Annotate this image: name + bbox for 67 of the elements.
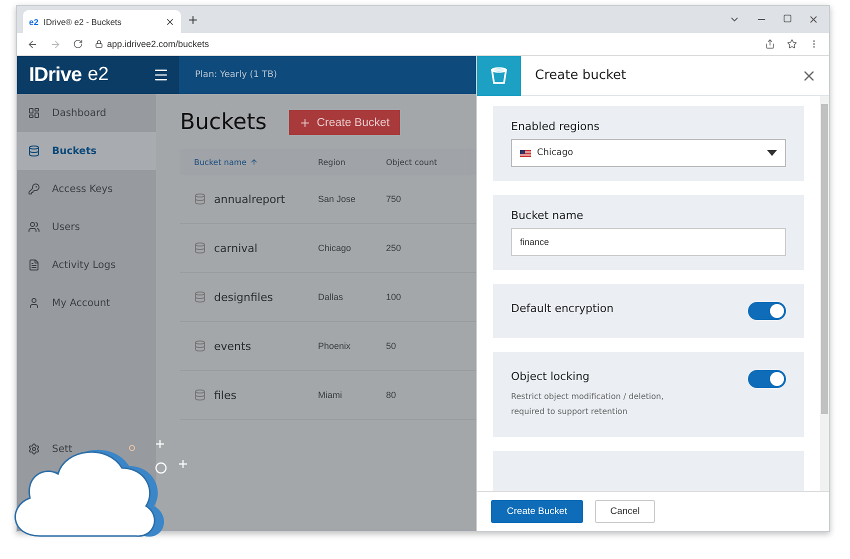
back-icon[interactable] (27, 38, 38, 50)
share-icon[interactable] (765, 39, 775, 49)
field-label: Enabled regions (511, 120, 600, 133)
close-icon[interactable] (165, 16, 175, 26)
setting-label: Default encryption (511, 302, 614, 315)
region-dropdown[interactable]: Chicago (511, 139, 786, 167)
setting-description: Restrict object modification / deletion, required to support retention (511, 391, 665, 418)
sidebar-item[interactable]: Buckets (17, 132, 156, 170)
count-cell-text: 750 (386, 194, 402, 204)
sort-arrow-icon (250, 158, 258, 166)
create-button[interactable]: Create Bucket (491, 500, 583, 523)
maximize-icon[interactable] (783, 14, 792, 23)
lock-icon (95, 40, 103, 48)
column-header[interactable]: Bucket name (194, 158, 318, 166)
close-icon[interactable] (808, 14, 819, 25)
column-header[interactable]: Object count (386, 158, 476, 166)
region-cell-text: Miami (318, 390, 343, 400)
setting-label: Object locking (511, 370, 591, 383)
bucket-name[interactable]: files (214, 388, 236, 402)
create-bucket-button[interactable]: Create Bucket (288, 110, 400, 135)
sidebar-item[interactable]: Activity Logs (17, 246, 156, 284)
region-cell-text: Phoenix (318, 341, 352, 351)
scrollbar[interactable] (820, 96, 829, 491)
bucket-name[interactable]: carnival (214, 242, 258, 254)
bucket-name[interactable]: annualreport (214, 192, 286, 206)
bucket-name[interactable]: events (214, 340, 252, 352)
cancel-button[interactable]: Cancel (595, 500, 655, 523)
plan-label: Plan: Yearly (1 TB) (194, 70, 278, 80)
users-icon (28, 221, 40, 233)
flag-icon (520, 150, 531, 156)
panel-title: Create bucket (534, 68, 628, 83)
tab-favicon: e2 (29, 16, 38, 26)
sidebar-item[interactable]: My Account (17, 284, 156, 322)
region-cell-text: Chicago (318, 243, 352, 253)
key-icon (28, 183, 40, 195)
document-icon (28, 259, 40, 271)
logo-text: IDrive (29, 64, 82, 86)
toggle-switch[interactable] (748, 370, 786, 388)
region-cell-text: San Jose (318, 194, 357, 204)
toggle-switch[interactable] (748, 302, 786, 320)
bucket-name[interactable]: designfiles (214, 290, 273, 304)
url-text[interactable]: app.idrivee2.com/buckets (107, 39, 210, 49)
menu-icon[interactable] (153, 67, 169, 83)
count-cell-text: 250 (386, 243, 402, 253)
sidebar-item[interactable]: Dashboard (17, 94, 156, 132)
logo-suffix: e2 (88, 64, 110, 86)
column-header[interactable]: Region (318, 158, 386, 166)
sidebar-item[interactable]: Access Keys (17, 170, 156, 208)
new-tab-icon[interactable] (187, 14, 199, 26)
browser-tab[interactable]: e2 IDrive® e2 - Buckets (23, 10, 181, 33)
sidebar-item[interactable]: Sett (52, 444, 72, 454)
count-cell-text: 100 (386, 292, 402, 302)
region-cell-text: Dallas (318, 292, 344, 302)
bucket-name-field[interactable]: finance (511, 228, 786, 256)
count-cell-text: 50 (386, 341, 398, 351)
caret-icon (767, 150, 777, 156)
sidebar-item[interactable]: Users (17, 208, 156, 246)
count-cell-text: 80 (386, 390, 398, 400)
dashboard-icon (28, 107, 40, 119)
user-icon (28, 297, 40, 309)
plus-icon (298, 116, 311, 128)
reload-icon[interactable] (73, 39, 83, 49)
settings-icon[interactable] (28, 443, 40, 455)
page-title: Buckets (180, 110, 267, 135)
field-label: Bucket name (511, 209, 584, 222)
tab-title: IDrive® e2 - Buckets (43, 16, 123, 26)
star-icon[interactable] (787, 39, 797, 49)
